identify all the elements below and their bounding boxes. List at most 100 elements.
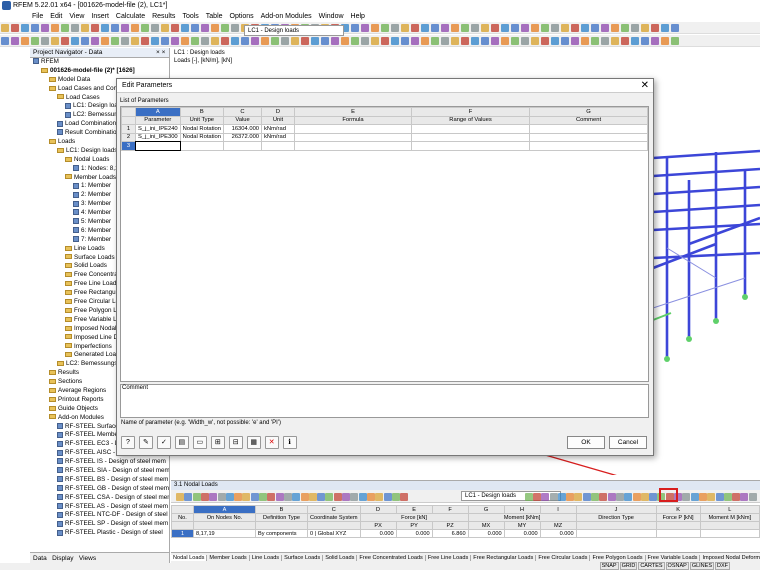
toolbar-button-icon[interactable] [131,37,139,45]
table-tab[interactable]: Surface Loads [282,555,324,561]
toolbar-button-icon[interactable] [201,37,209,45]
table-toolbar-icon[interactable] [632,493,641,501]
toolbar-button-icon[interactable] [41,24,49,32]
toolbar-button-icon[interactable] [601,24,609,32]
cell-direction[interactable] [575,529,657,538]
table-toolbar-icon[interactable] [615,493,624,501]
toolbar-button-icon[interactable] [91,37,99,45]
tree-item[interactable]: RF-STEEL SP - Design of steel mem [30,520,169,529]
cell-name[interactable] [134,140,182,151]
toolbar-button-icon[interactable] [541,37,549,45]
toolbar-button-icon[interactable] [201,24,209,32]
toolbar-button-icon[interactable] [251,37,259,45]
table-toolbar-icon[interactable] [532,493,541,501]
col-letter-b[interactable]: B [179,107,225,117]
dialog-close-icon[interactable]: ✕ [641,80,649,92]
toolbar-button-icon[interactable] [451,24,459,32]
toolbar-button-icon[interactable] [461,37,469,45]
cell-unit[interactable] [261,141,296,151]
table-tab[interactable]: Free Variable Loads [645,555,701,561]
cell-my[interactable]: 0.000 [503,529,541,538]
table-toolbar-icon[interactable] [217,493,226,501]
cell-unit[interactable]: kNm/rad [261,132,296,142]
table-toolbar-icon[interactable] [732,493,741,501]
toolbar-button-icon[interactable] [421,24,429,32]
table-toolbar-icon[interactable] [574,493,583,501]
table-toolbar-icon[interactable] [267,493,276,501]
toolbar-button-icon[interactable] [211,37,219,45]
cell-formula[interactable] [294,132,413,142]
toolbar-button-icon[interactable] [581,24,589,32]
table-toolbar-icon[interactable] [242,493,251,501]
table-toolbar-icon[interactable] [308,493,317,501]
import-icon[interactable]: ▤ [174,436,189,449]
table-tab[interactable]: Solid Loads [323,555,358,561]
toolbar-button-icon[interactable] [1,37,9,45]
table-toolbar-icon[interactable] [541,493,550,501]
tree-item[interactable]: 001626-model-file (2)* [1626] [30,67,169,76]
toolbar-button-icon[interactable] [641,24,649,32]
toolbar-button-icon[interactable] [121,37,129,45]
toolbar-button-icon[interactable] [491,37,499,45]
row-number[interactable]: 2 [121,132,136,142]
toolbar-button-icon[interactable] [361,37,369,45]
table-toolbar-icon[interactable] [391,493,400,501]
tree-item[interactable]: RF-STEEL CSA - Design of steel mem [30,494,169,503]
menu-item[interactable]: Help [351,13,365,20]
table-toolbar-icon[interactable] [325,493,334,501]
toolbar-button-icon[interactable] [281,37,289,45]
cell-value[interactable]: 16304.000 [223,124,263,134]
toolbar-button-icon[interactable] [181,24,189,32]
toolbar-button-icon[interactable] [621,24,629,32]
toolbar-button-icon[interactable] [561,24,569,32]
toolbar-button-icon[interactable] [391,37,399,45]
toolbar-button-icon[interactable] [521,24,529,32]
nav-tab-data[interactable]: Data [33,555,47,562]
check-icon[interactable]: ✓ [156,436,171,449]
toolbar-button-icon[interactable] [591,24,599,32]
tree-item[interactable]: RF-STEEL IS - Design of steel mem [30,458,169,467]
cell-comment[interactable] [529,132,648,142]
cell-pz[interactable]: 6.860 [431,529,469,538]
toolbar-button-icon[interactable] [511,37,519,45]
col-letter-f[interactable]: F [411,107,531,117]
table-tab[interactable]: Member Loads [207,555,250,561]
col-g[interactable]: G [467,505,505,514]
col-letter-g[interactable]: G [529,107,648,117]
toolbar-button-icon[interactable] [551,37,559,45]
toolbar-button-icon[interactable] [661,24,669,32]
menu-item[interactable]: Table [206,13,223,20]
cell-def[interactable]: By components [255,529,308,538]
toolbar-button-icon[interactable] [161,37,169,45]
navigator-close-icon[interactable]: × × [156,48,165,58]
cell-formula[interactable] [294,141,413,151]
table-toolbar-icon[interactable] [566,493,575,501]
table-toolbar-icon[interactable] [698,493,707,501]
toolbar-button-icon[interactable] [191,37,199,45]
table-toolbar-icon[interactable] [375,493,384,501]
toolbar-button-icon[interactable] [101,24,109,32]
toolbar-button-icon[interactable] [71,24,79,32]
toolbar-button-icon[interactable] [1,24,9,32]
load-case-select[interactable]: LC1 - Design loads [244,25,344,36]
menu-item[interactable]: View [69,13,84,20]
table-toolbar-icon[interactable] [748,493,757,501]
cell-formula[interactable] [294,124,413,134]
toolbar-button-icon[interactable] [191,24,199,32]
status-toggle[interactable]: CARTES [638,562,665,570]
toolbar-button-icon[interactable] [611,24,619,32]
toolbar-button-icon[interactable] [421,37,429,45]
table-toolbar-icon[interactable] [557,493,566,501]
toolbar-button-icon[interactable] [331,37,339,45]
toolbar-button-icon[interactable] [541,24,549,32]
table-toolbar-icon[interactable] [723,493,732,501]
toolbar-button-icon[interactable] [291,37,299,45]
toolbar-button-icon[interactable] [481,37,489,45]
cell-name[interactable]: S_j_ini_IPE240 [135,124,181,134]
tree-item[interactable]: RFEM [30,58,169,67]
table-toolbar-icon[interactable] [715,493,724,501]
toolbar-button-icon[interactable] [581,37,589,45]
cell-py[interactable]: 0.000 [395,529,433,538]
toolbar-button-icon[interactable] [171,24,179,32]
toolbar-button-icon[interactable] [371,24,379,32]
